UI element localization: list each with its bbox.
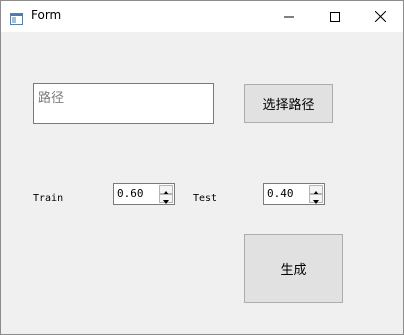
test-spin-down-button[interactable] xyxy=(309,194,323,204)
arrow-down-icon xyxy=(163,189,169,208)
train-label: Train xyxy=(33,193,64,204)
train-value[interactable]: 0.60 xyxy=(117,187,144,200)
test-spin-arrows xyxy=(309,185,323,204)
minimize-icon xyxy=(284,7,294,26)
test-spinbox[interactable]: 0.40 xyxy=(263,183,325,205)
maximize-button[interactable] xyxy=(312,1,358,32)
select-path-button-label: 选择路径 xyxy=(262,98,315,113)
generate-button-label: 生成 xyxy=(280,263,307,278)
close-button[interactable] xyxy=(357,1,403,32)
generate-button[interactable]: 生成 xyxy=(244,234,343,303)
train-spin-down-button[interactable] xyxy=(159,194,173,204)
maximize-icon xyxy=(330,7,340,26)
close-icon xyxy=(374,7,386,26)
arrow-down-icon xyxy=(313,189,319,208)
train-spin-arrows xyxy=(159,185,173,204)
select-path-button[interactable]: 选择路径 xyxy=(244,84,333,123)
window-title: Form xyxy=(31,8,62,22)
train-spinbox[interactable]: 0.60 xyxy=(113,183,175,205)
path-input[interactable]: 路径 xyxy=(33,83,214,124)
test-value[interactable]: 0.40 xyxy=(267,187,294,200)
form-window: Form 路径 选择路径 Train 0.60 Test 0.40 生成 xyxy=(0,0,404,335)
minimize-button[interactable] xyxy=(266,1,312,32)
path-input-placeholder: 路径 xyxy=(38,91,65,106)
test-label: Test xyxy=(193,193,218,204)
window-icon xyxy=(10,10,23,25)
title-bar[interactable]: Form xyxy=(1,1,403,32)
